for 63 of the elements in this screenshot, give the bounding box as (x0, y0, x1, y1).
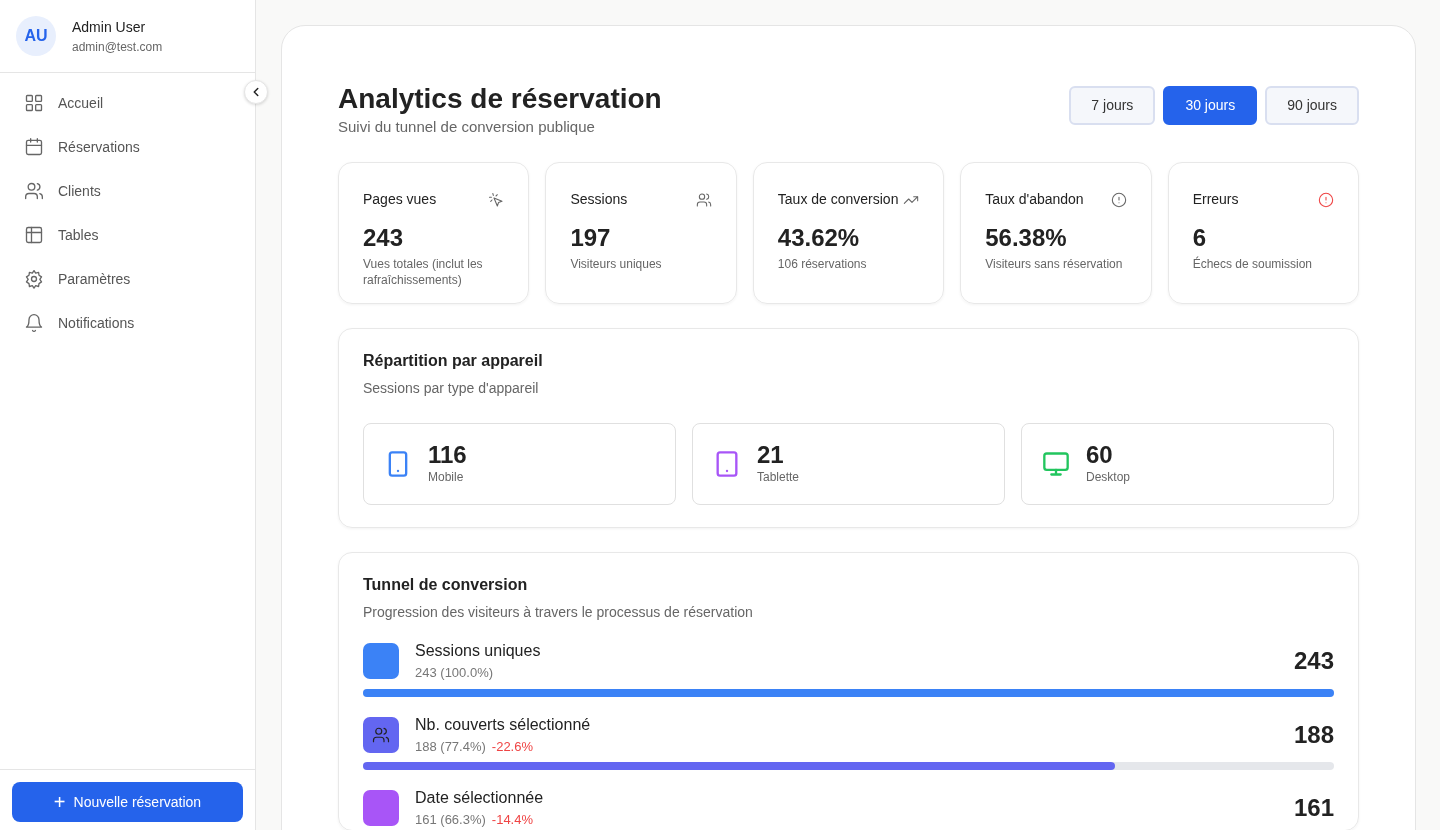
sidebar-item[interactable]: Paramètres (0, 257, 235, 301)
section-subtitle: Sessions par type d'appareil (363, 379, 540, 399)
device-count: 21 (757, 442, 785, 469)
stat-note: Visiteurs sans réservation (985, 256, 1124, 273)
device-label: Mobile (428, 469, 465, 487)
section-subtitle: Progression des visiteurs à travers le processus de réservation (363, 603, 754, 623)
users-icon (24, 181, 44, 201)
step-label: Date sélectionnée (415, 788, 545, 809)
section-title: Tunnel de conversion (363, 575, 529, 595)
stat-label: Erreurs (1192, 190, 1239, 210)
period-button[interactable]: 7 jours (1069, 86, 1156, 125)
step-detail: 243 (100.0%) (415, 664, 494, 683)
period-button[interactable]: 30 jours (1163, 86, 1258, 125)
stat-value: 243 (363, 223, 405, 254)
device-label: Desktop (1086, 469, 1131, 487)
alert-icon (1110, 191, 1127, 208)
users-icon (372, 725, 390, 744)
step-count: 188 (1293, 719, 1334, 750)
grid-icon (24, 93, 44, 113)
step-count: 161 (1293, 793, 1334, 824)
alert-icon (1318, 191, 1335, 208)
stat-label: Sessions (570, 190, 628, 210)
sidebar-item[interactable]: Clients (0, 169, 235, 213)
step-label: Sessions uniques (415, 641, 542, 662)
bell-icon (24, 313, 44, 333)
cursor-icon (488, 191, 505, 208)
stat-value: 43.62% (777, 223, 861, 254)
step-drop: -22.6% (491, 737, 534, 756)
period-button[interactable]: 90 jours (1265, 86, 1359, 125)
step-drop: -14.4% (491, 811, 534, 830)
sidebar-item[interactable]: Notifications (0, 301, 235, 345)
user-name: Admin User (72, 17, 147, 37)
stat-note: Vues totales (inclut les rafraîchissements) (363, 256, 484, 289)
step-label: Nb. couverts sélectionné (415, 714, 592, 735)
sidebar-item[interactable]: Tables (0, 213, 235, 257)
device-count: 60 (1086, 442, 1114, 469)
table-icon (24, 225, 44, 245)
stat-note: 106 réservations (777, 256, 868, 273)
stat-label: Taux de conversion (777, 190, 899, 210)
new-reservation-button[interactable]: + Nouvelle réservation (12, 782, 243, 822)
stat-note: Échecs de soumission (1192, 256, 1313, 273)
calendar-icon (24, 137, 44, 157)
device-label: Tablette (757, 469, 800, 487)
sidebar-item[interactable]: Réservations (0, 125, 235, 169)
stat-label: Taux d'abandon (985, 190, 1084, 210)
stat-value: 6 (1192, 223, 1207, 254)
stat-value: 56.38% (985, 223, 1068, 254)
sidebar-item[interactable]: Accueil (0, 81, 235, 125)
collapse-button[interactable] (244, 80, 268, 104)
stat-label: Pages vues (363, 190, 437, 210)
stat-note: Visiteurs uniques (570, 256, 663, 273)
section-title: Répartition par appareil (363, 351, 544, 371)
step-count: 243 (1293, 646, 1334, 677)
stat-value: 197 (570, 223, 612, 254)
users-icon (695, 191, 712, 208)
step-detail: 188 (77.4%) (415, 737, 486, 756)
settings-icon (24, 269, 44, 289)
avatar: AU (16, 16, 56, 56)
page-subtitle: Suivi du tunnel de conversion publique (338, 116, 596, 137)
step-detail: 161 (66.3%) (415, 811, 486, 830)
page-title: Analytics de réservation (338, 82, 662, 116)
user-email: admin@test.com (72, 38, 163, 56)
device-count: 116 (428, 442, 467, 469)
